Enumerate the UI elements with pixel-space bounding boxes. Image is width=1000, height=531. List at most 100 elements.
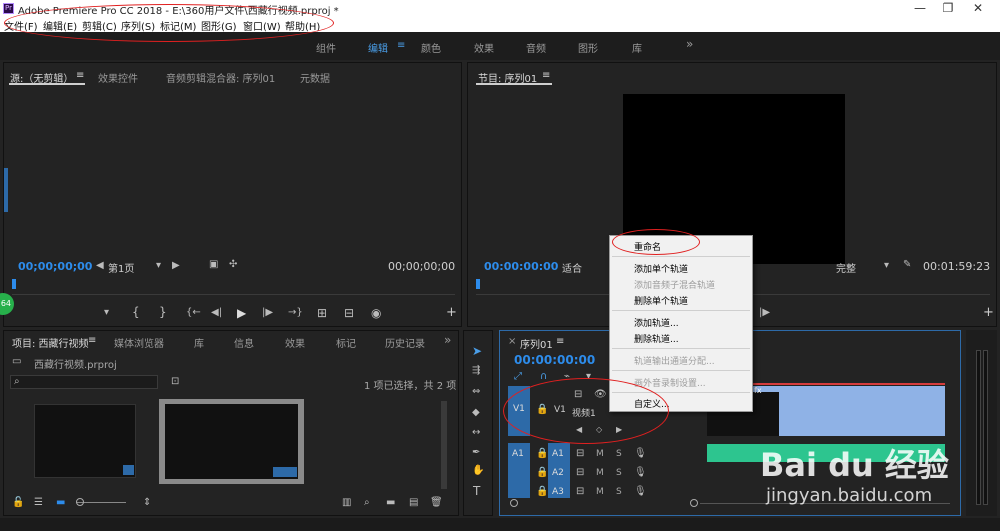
workspace-effects[interactable]: 效果 [474,40,494,55]
snap-icon[interactable]: ∩ [540,371,547,382]
button-editor-icon[interactable]: + [446,305,457,320]
selection-tool-icon[interactable]: ➤ [472,344,482,358]
track-select-tool-icon[interactable]: ⇶ [472,365,480,376]
tab-audio-clip-mixer[interactable]: 音频剪辑混合器: 序列01 [166,70,275,85]
lock-icon[interactable]: 🔓 [12,497,24,508]
chevron-down-icon[interactable]: ▾ [156,260,161,271]
microphone-icon[interactable]: 🎙 [634,467,647,478]
page-next-icon[interactable]: ▶ [172,260,180,271]
find-icon[interactable]: ⌕ [364,497,370,508]
button-editor-icon[interactable]: + [983,305,994,320]
track-lock-icon[interactable]: 🔒 [536,486,548,497]
workspace-editing[interactable]: 编辑 [368,40,388,55]
workspace-menu-icon[interactable]: ≡ [397,40,405,51]
audio-waveform-icon[interactable]: ✣ [229,259,237,270]
source-time-ruler[interactable] [12,281,455,295]
sync-lock-icon[interactable]: ⊟ [576,486,584,497]
source-playhead[interactable] [12,279,16,289]
track-label-a1[interactable]: A1 [552,449,564,459]
step-back-icon[interactable]: ◀| [211,307,222,318]
menu-item-delete-single-track[interactable]: 删除单个轨道 [634,294,688,307]
insert-icon[interactable]: ⊞ [317,306,327,320]
workspace-graphics[interactable]: 图形 [578,40,598,55]
track-targets-audio[interactable]: A1 A2 A3 [548,443,570,498]
panel-resize-handle[interactable] [4,168,8,212]
scroll-handle-right[interactable] [690,499,698,507]
nest-icon[interactable]: ⤢ [514,371,522,382]
tab-info[interactable]: 信息 [234,335,254,350]
tab-sequence[interactable]: 序列01 [520,336,553,351]
workspace-audio[interactable]: 音频 [526,40,546,55]
list-view-icon[interactable]: ☰ [34,497,43,508]
tab-effect-controls[interactable]: 效果控件 [98,70,138,85]
razor-tool-icon[interactable]: ◆ [472,407,480,418]
go-to-out-icon[interactable]: →} [288,307,303,318]
workspace-assembly[interactable]: 组件 [316,40,336,55]
solo-button[interactable]: S [616,487,622,497]
tab-project[interactable]: 项目: 西藏行视频 [12,335,89,350]
timeline-close-icon[interactable]: × [508,336,516,347]
project-scrollbar[interactable] [441,401,447,489]
workspace-color[interactable]: 颜色 [421,40,441,55]
sequence-thumbnail-selected[interactable] [159,399,304,484]
pen-tool-icon[interactable]: ✒ [472,447,480,458]
tab-markers[interactable]: 标记 [336,335,356,350]
page-prev-icon[interactable]: ◀ [96,260,104,271]
overwrite-icon[interactable]: ⊟ [344,306,354,320]
new-item-icon[interactable]: ▤ [409,497,418,508]
timeline-menu-icon[interactable]: ≡ [556,336,564,347]
track-lock-icon[interactable]: 🔒 [536,467,548,478]
tab-effects[interactable]: 效果 [285,335,305,350]
close-icon[interactable]: ✕ [958,0,998,17]
play-icon[interactable]: ▶ [237,306,246,320]
automate-icon[interactable]: ▥ [342,497,351,508]
microphone-icon[interactable]: 🎙 [634,486,647,497]
menu-item-add-tracks[interactable]: 添加轨道... [634,316,679,329]
wrench-icon[interactable]: ✎ [903,259,911,270]
source-menu-icon[interactable]: ≡ [76,70,84,81]
type-tool-icon[interactable]: T [473,484,480,498]
tab-history[interactable]: 历史记录 [385,335,425,350]
menu-item-delete-tracks[interactable]: 删除轨道... [634,332,679,345]
slip-tool-icon[interactable]: ↔ [472,427,480,438]
mute-button[interactable]: M [596,468,604,478]
program-menu-icon[interactable]: ≡ [542,70,550,81]
tab-metadata[interactable]: 元数据 [300,70,330,85]
mute-button[interactable]: M [596,449,604,459]
film-icon[interactable]: ▣ [209,259,218,270]
mark-out-icon[interactable]: } [159,305,167,319]
icon-view-icon[interactable]: ▬ [56,497,65,508]
zoom-slider-handle[interactable] [76,498,84,506]
solo-button[interactable]: S [616,449,622,459]
add-marker-icon[interactable]: ▾ [104,307,109,318]
new-bin-icon[interactable]: ▬ [386,497,395,508]
scroll-handle-left[interactable] [510,499,518,507]
search-input[interactable]: ⌕ [10,375,158,389]
sync-lock-icon[interactable]: ⊟ [576,448,584,459]
menu-item-add-single-track[interactable]: 添加单个轨道 [634,262,688,275]
trash-icon[interactable]: 🗑 [430,497,443,508]
clip-thumbnail[interactable] [34,404,136,478]
step-forward-icon[interactable]: |▶ [262,307,273,318]
sync-lock-icon[interactable]: ⊟ [576,467,584,478]
track-label-a3[interactable]: A3 [552,487,564,497]
zoom-select[interactable]: 适合 [562,260,582,275]
tab-media-browser[interactable]: 媒体浏览器 [114,335,164,350]
page-select[interactable]: 第1页 [108,260,134,275]
solo-button[interactable]: S [616,468,622,478]
new-bin-from-search-icon[interactable]: ⊡ [171,376,179,387]
program-playhead[interactable] [476,279,480,289]
step-forward-icon[interactable]: |▶ [759,307,770,318]
chevron-down-icon[interactable]: ▾ [884,260,889,271]
sort-icon[interactable]: ⇕ [143,497,151,508]
panel-more-icon[interactable]: » [444,333,451,347]
mark-in-icon[interactable]: { [132,305,140,319]
mute-button[interactable]: M [596,487,604,497]
quality-select[interactable]: 完整 [836,260,856,275]
track-lock-icon[interactable]: 🔒 [536,448,548,459]
go-to-in-icon[interactable]: {← [186,307,201,318]
workspace-more-icon[interactable]: » [686,37,693,51]
workspace-libraries[interactable]: 库 [632,40,642,55]
track-label-a2[interactable]: A2 [552,468,564,478]
tab-libraries[interactable]: 库 [194,335,204,350]
